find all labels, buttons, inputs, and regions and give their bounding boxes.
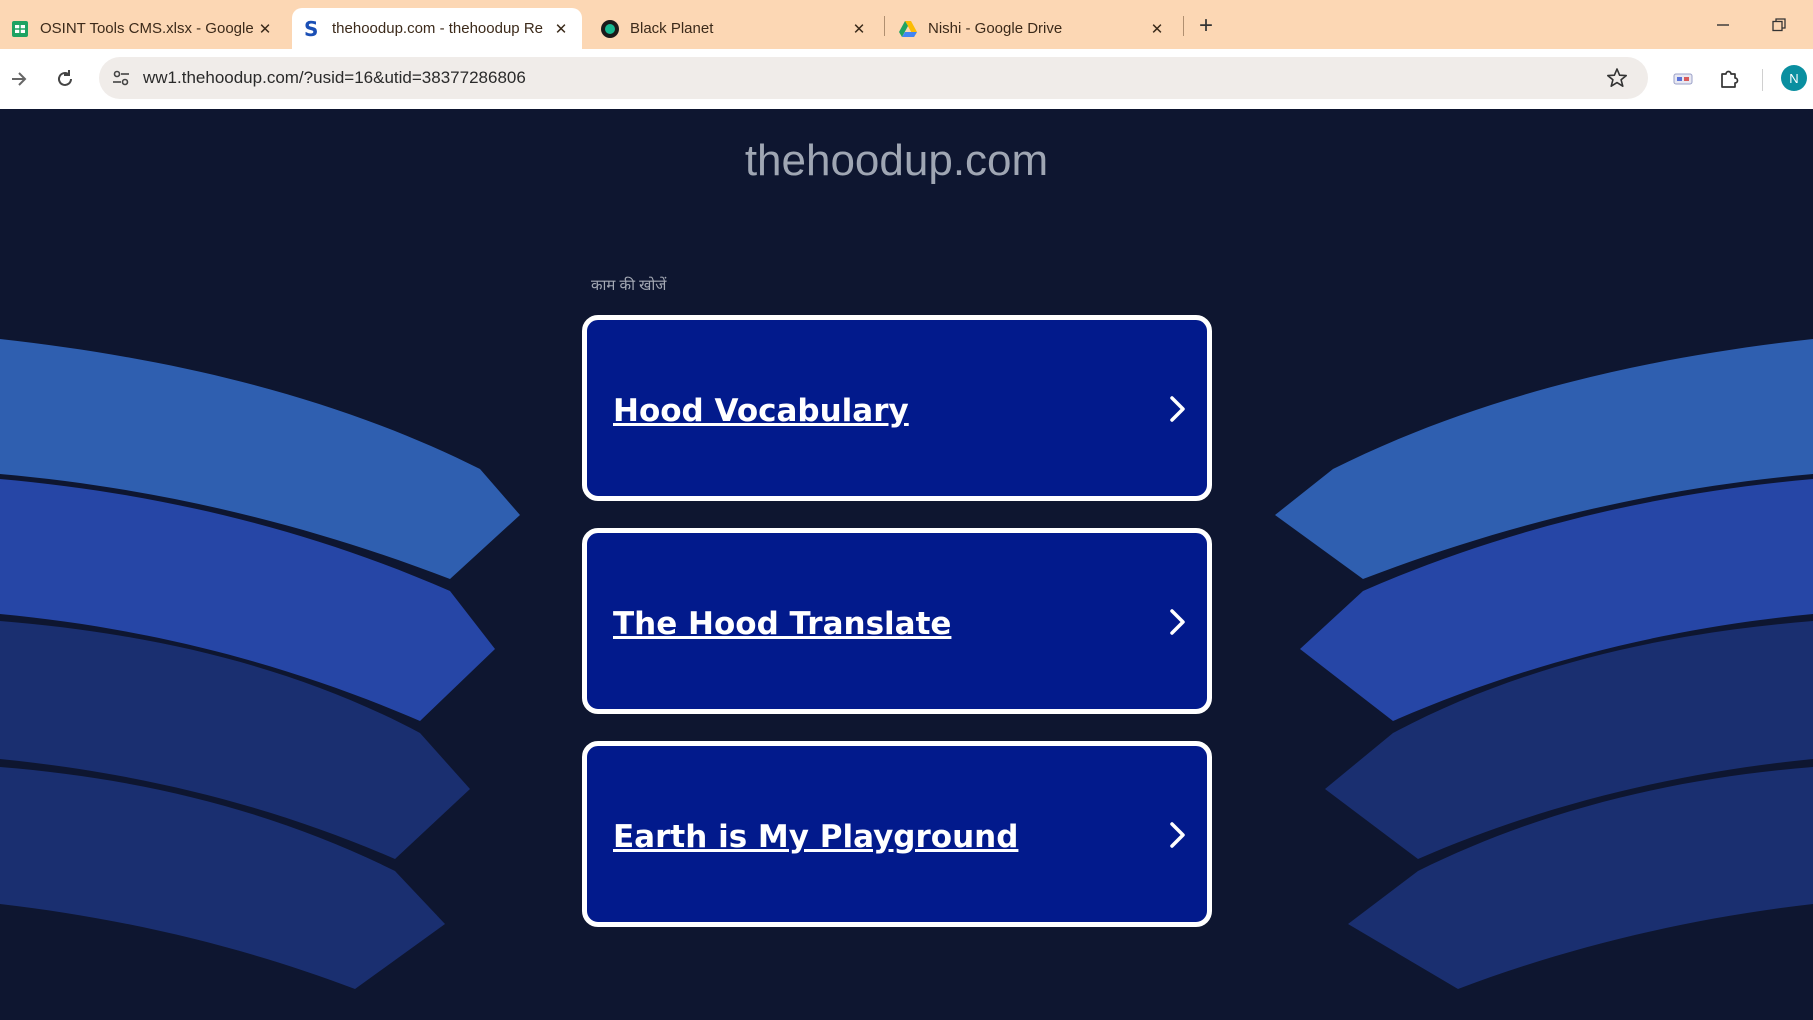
tab-osint-sheet[interactable]: OSINT Tools CMS.xlsx - Google ✕ xyxy=(0,8,286,49)
reload-icon xyxy=(58,70,72,86)
link-card-hood-vocabulary[interactable]: Hood Vocabulary xyxy=(582,315,1212,501)
restore-button[interactable] xyxy=(1766,12,1792,38)
sheets-icon xyxy=(10,19,30,39)
tab-title: thehoodup.com - thehoodup Re xyxy=(332,20,543,37)
link-label[interactable]: The Hood Translate xyxy=(613,606,951,642)
drive-icon xyxy=(898,19,918,39)
tab-title: Nishi - Google Drive xyxy=(928,20,1063,37)
search-hint-label: काम की खोजें xyxy=(591,277,667,294)
chevron-right-icon xyxy=(1170,609,1185,635)
chevron-right-icon xyxy=(1170,396,1185,422)
tab-divider xyxy=(884,16,885,36)
toolbar-divider xyxy=(1762,69,1763,91)
extension-badge-icon[interactable] xyxy=(1668,64,1698,94)
blackplanet-icon xyxy=(600,19,620,39)
new-tab-button[interactable]: + xyxy=(1193,12,1219,39)
address-bar[interactable]: ww1.thehoodup.com/?usid=16&utid=38377286… xyxy=(99,57,1648,99)
link-card-earth-playground[interactable]: Earth is My Playground xyxy=(582,741,1212,927)
s-logo-icon: S xyxy=(302,19,322,39)
tab-thehoodup[interactable]: S thehoodup.com - thehoodup Re ✕ xyxy=(292,8,582,49)
minimize-button[interactable] xyxy=(1710,12,1736,38)
link-label[interactable]: Earth is My Playground xyxy=(613,819,1018,855)
url-text[interactable]: ww1.thehoodup.com/?usid=16&utid=38377286… xyxy=(143,68,526,88)
close-tab-icon[interactable]: ✕ xyxy=(550,18,572,40)
profile-avatar[interactable]: N xyxy=(1781,65,1807,91)
link-label[interactable]: Hood Vocabulary xyxy=(613,393,909,429)
tab-title: OSINT Tools CMS.xlsx - Google xyxy=(40,20,254,37)
tab-title: Black Planet xyxy=(630,20,714,37)
forward-button[interactable] xyxy=(4,64,34,94)
site-settings-icon[interactable] xyxy=(106,63,136,93)
close-tab-icon[interactable]: ✕ xyxy=(1146,18,1168,40)
tab-divider xyxy=(1183,16,1184,36)
bookmark-star-icon[interactable] xyxy=(1602,63,1632,93)
close-tab-icon[interactable]: ✕ xyxy=(848,18,870,40)
arrow-right-icon xyxy=(12,72,27,86)
extensions-puzzle-icon[interactable] xyxy=(1714,63,1744,93)
svg-text:S: S xyxy=(304,19,318,39)
link-card-hood-translate[interactable]: The Hood Translate xyxy=(582,528,1212,714)
close-tab-icon[interactable]: ✕ xyxy=(254,18,276,40)
tab-black-planet[interactable]: Black Planet ✕ xyxy=(590,8,880,49)
tab-strip: OSINT Tools CMS.xlsx - Google ✕ S thehoo… xyxy=(0,0,1813,49)
browser-toolbar: ww1.thehoodup.com/?usid=16&utid=38377286… xyxy=(0,49,1813,109)
tab-google-drive[interactable]: Nishi - Google Drive ✕ xyxy=(888,8,1178,49)
page-content: thehoodup.com काम की खोजें Hood Vocabula… xyxy=(0,109,1813,1020)
site-title: thehoodup.com xyxy=(744,136,1049,185)
chevron-right-icon xyxy=(1170,822,1185,848)
reload-button[interactable] xyxy=(50,64,80,94)
